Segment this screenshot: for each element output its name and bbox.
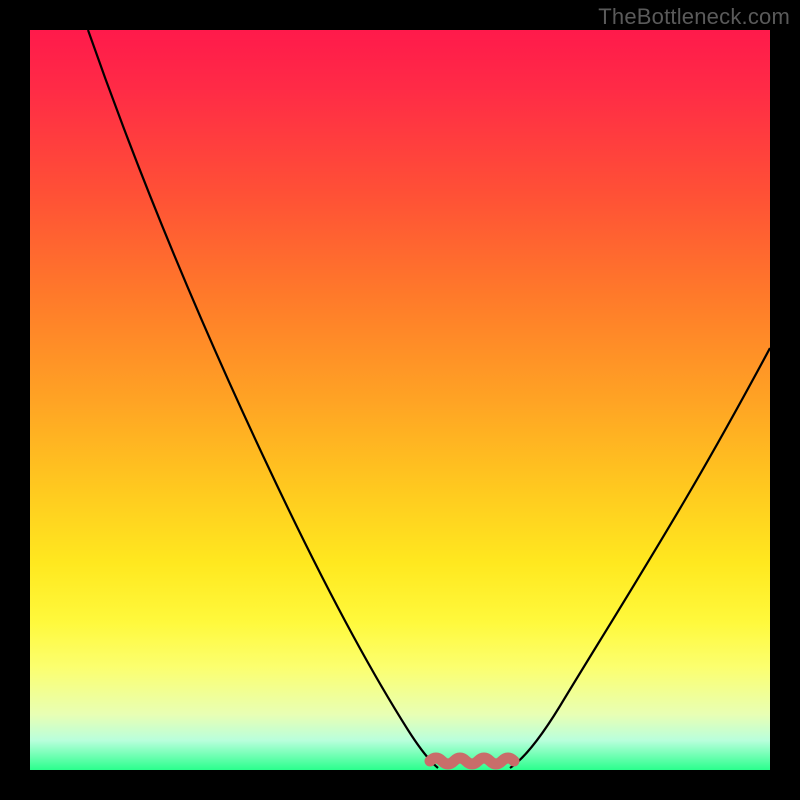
curve-layer [30, 30, 770, 770]
watermark-text: TheBottleneck.com [598, 4, 790, 30]
plot-area [30, 30, 770, 770]
chart-frame: TheBottleneck.com [0, 0, 800, 800]
curve-left-branch [88, 30, 438, 768]
curve-right-branch [510, 348, 770, 768]
valley-bumps [430, 758, 514, 764]
